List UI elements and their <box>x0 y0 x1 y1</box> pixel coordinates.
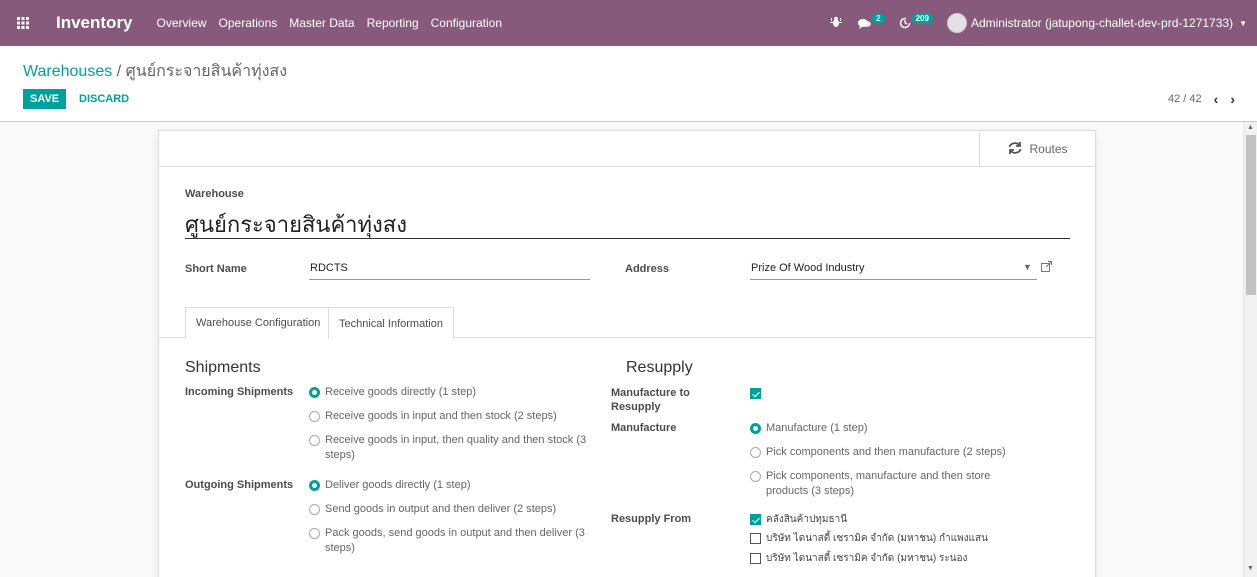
checkbox-checked-icon[interactable] <box>750 514 761 525</box>
address-dropdown-icon[interactable]: ▼ <box>1023 262 1032 272</box>
radio-selected-icon[interactable] <box>309 387 320 398</box>
refresh-icon <box>1007 141 1023 158</box>
manufacture-option-2[interactable]: Pick components and then manufacture (2 … <box>750 445 1040 460</box>
routes-button[interactable]: Routes <box>979 131 1095 167</box>
menu-configuration[interactable]: Configuration <box>431 16 502 30</box>
menu-reporting[interactable]: Reporting <box>367 16 419 30</box>
manufacture-to-resupply-checkbox[interactable] <box>750 388 761 399</box>
breadcrumb-warehouses[interactable]: Warehouses <box>23 63 112 80</box>
vertical-scrollbar[interactable]: ▲ ▼ <box>1243 122 1257 577</box>
radio-icon[interactable] <box>309 528 320 539</box>
scroll-up-icon[interactable]: ▲ <box>1247 124 1254 131</box>
user-name[interactable]: Administrator (jatupong-challet-dev-prd-… <box>971 16 1233 30</box>
radio-icon[interactable] <box>750 447 761 458</box>
radio-selected-icon[interactable] <box>750 423 761 434</box>
messages-icon[interactable]: 2 <box>858 12 885 29</box>
pager-next-icon[interactable]: › <box>1230 91 1235 107</box>
scrollbar-thumb[interactable] <box>1246 135 1256 295</box>
pager-value[interactable]: 42 / 42 <box>1168 93 1202 105</box>
incoming-option-label: Receive goods directly (1 step) <box>325 386 477 398</box>
systray: 2 209 Administrator (jatupong-challet-de… <box>830 0 1247 46</box>
tab-technical-information[interactable]: Technical Information <box>328 307 454 339</box>
caret-down-icon[interactable]: ▼ <box>1239 19 1247 28</box>
resupply-from-label: Resupply From <box>611 513 692 525</box>
discard-button[interactable]: DISCARD <box>77 89 131 109</box>
shipments-title: Shipments <box>185 359 261 376</box>
button-box: Routes <box>159 131 1095 167</box>
pager: 42 / 42 ‹ › <box>1168 91 1235 107</box>
menu-overview[interactable]: Overview <box>157 16 207 30</box>
routes-label: Routes <box>1029 142 1068 156</box>
outgoing-option-label: Deliver goods directly (1 step) <box>325 479 471 491</box>
radio-icon[interactable] <box>750 471 761 482</box>
app-name[interactable]: Inventory <box>56 13 133 33</box>
apps-menu-icon[interactable] <box>0 0 46 46</box>
radio-icon[interactable] <box>309 411 320 422</box>
manufacture-option-3[interactable]: Pick components, manufacture and then st… <box>750 469 1020 499</box>
activities-badge: 209 <box>911 12 933 24</box>
messages-badge: 2 <box>872 12 885 24</box>
tab-warehouse-configuration[interactable]: Warehouse Configuration <box>185 307 332 339</box>
resupply-from-label-text: บริษัท ไดนาสตี้ เซรามิค จำกัด (มหาชน) ระ… <box>766 553 968 564</box>
incoming-option-1[interactable]: Receive goods directly (1 step) <box>309 385 589 400</box>
notebook-tabs: Warehouse Configuration Technical Inform… <box>159 307 1095 339</box>
incoming-option-2[interactable]: Receive goods in input and then stock (2… <box>309 409 589 424</box>
incoming-option-label: Receive goods in input, then quality and… <box>325 434 587 461</box>
main-menu: Overview Operations Master Data Reportin… <box>157 16 503 30</box>
tab-content: Shipments Incoming Shipments Receive goo… <box>159 339 1095 577</box>
form-view: Routes Warehouse ศูนย์กระจายสินค้าทุ่งสง… <box>0 122 1243 577</box>
address-label: Address <box>625 263 670 275</box>
outgoing-option-3[interactable]: Pack goods, send goods in output and the… <box>309 526 589 556</box>
short-name-input[interactable]: RDCTS <box>309 259 590 280</box>
manufacture-option-1[interactable]: Manufacture (1 step) <box>750 421 1040 436</box>
user-avatar[interactable] <box>946 13 967 33</box>
outgoing-option-1[interactable]: Deliver goods directly (1 step) <box>309 478 589 493</box>
outgoing-option-label: Send goods in output and then deliver (2… <box>325 503 557 515</box>
resupply-from-label-text: คลังสินค้าปทุมธานี <box>766 514 848 525</box>
scroll-down-icon[interactable]: ▼ <box>1247 565 1254 572</box>
breadcrumb-current: ศูนย์กระจายสินค้าทุ่งสง <box>125 63 287 80</box>
manufacture-to-resupply-label: Manufacture to Resupply <box>611 387 690 413</box>
top-navbar: Inventory Overview Operations Master Dat… <box>0 0 1257 46</box>
warehouse-name-input[interactable]: ศูนย์กระจายสินค้าทุ่งสง <box>185 205 1070 239</box>
outgoing-shipments-label: Outgoing Shipments <box>185 479 294 491</box>
checkbox-icon[interactable] <box>750 553 761 564</box>
control-panel: Warehouses / ศูนย์กระจายสินค้าทุ่งสง SAV… <box>0 46 1257 122</box>
breadcrumb: Warehouses / ศูนย์กระจายสินค้าทุ่งสง <box>23 59 287 84</box>
breadcrumb-separator: / <box>116 63 122 80</box>
menu-master-data[interactable]: Master Data <box>289 16 354 30</box>
bug-icon[interactable] <box>830 16 843 31</box>
radio-selected-icon[interactable] <box>309 480 320 491</box>
incoming-shipments-label: Incoming Shipments <box>185 386 294 398</box>
manufacture-option-label: Pick components and then manufacture (2 … <box>766 446 1006 458</box>
external-link-icon[interactable] <box>1041 261 1052 275</box>
pager-previous-icon[interactable]: ‹ <box>1214 91 1219 107</box>
resupply-title: Resupply <box>626 359 693 376</box>
save-button[interactable]: SAVE <box>23 89 67 109</box>
incoming-option-3[interactable]: Receive goods in input, then quality and… <box>309 433 589 463</box>
menu-operations[interactable]: Operations <box>219 16 278 30</box>
outgoing-option-2[interactable]: Send goods in output and then deliver (2… <box>309 502 589 517</box>
resupply-from-label-text: บริษัท ไดนาสตี้ เซรามิค จำกัด (มหาชน) กำ… <box>766 533 988 544</box>
form-sheet: Routes Warehouse ศูนย์กระจายสินค้าทุ่งสง… <box>158 130 1096 577</box>
outgoing-option-label: Pack goods, send goods in output and the… <box>325 527 585 554</box>
activities-icon[interactable]: 209 <box>899 12 933 29</box>
radio-icon[interactable] <box>309 504 320 515</box>
manufacture-option-label: Manufacture (1 step) <box>766 422 868 434</box>
address-input[interactable]: Prize Of Wood Industry <box>750 259 1037 280</box>
incoming-option-label: Receive goods in input and then stock (2… <box>325 410 557 422</box>
warehouse-label: Warehouse <box>185 188 244 200</box>
radio-icon[interactable] <box>309 435 320 446</box>
manufacture-option-label: Pick components, manufacture and then st… <box>766 470 991 497</box>
resupply-from-item[interactable]: คลังสินค้าปทุมธานี <box>750 512 847 527</box>
short-name-label: Short Name <box>185 263 247 275</box>
resupply-from-item[interactable]: บริษัท ไดนาสตี้ เซรามิค จำกัด (มหาชน) ระ… <box>750 551 967 566</box>
manufacture-label: Manufacture <box>611 422 677 434</box>
checkbox-icon[interactable] <box>750 533 761 544</box>
resupply-from-item[interactable]: บริษัท ไดนาสตี้ เซรามิค จำกัด (มหาชน) กำ… <box>750 531 988 546</box>
